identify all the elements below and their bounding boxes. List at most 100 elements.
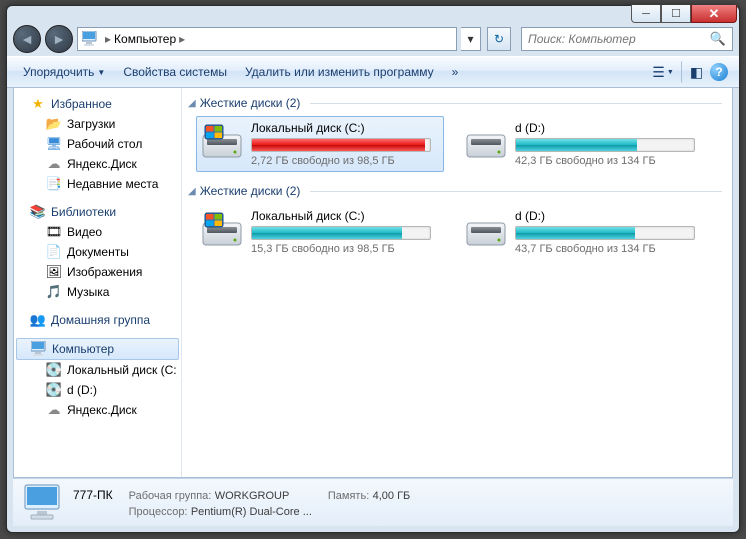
sidebar-item-pictures[interactable]: 🖼 Изображения: [14, 262, 181, 282]
favorites-label: Избранное: [51, 97, 112, 111]
recent-icon: 📑: [46, 176, 62, 192]
sidebar-item-label: Яндекс.Диск: [67, 157, 137, 171]
toolbar: Упорядочить▼ Свойства системы Удалить ил…: [7, 56, 739, 88]
sidebar-item-yandex-disk-drive[interactable]: ☁ Яндекс.Диск: [14, 400, 181, 420]
details-memory-label: Память:: [328, 490, 369, 502]
picture-icon: 🖼: [46, 264, 62, 280]
computer-icon: [31, 341, 47, 357]
details-memory: 4,00 ГБ: [373, 490, 411, 502]
forward-button[interactable]: ►: [45, 25, 73, 53]
favorites-group: ★ Избранное 📂 Загрузки 🖥 Рабочий стол ☁ Янд…: [14, 94, 181, 194]
computer-icon: [82, 31, 98, 47]
sidebar-item-label: Недавние места: [67, 177, 158, 191]
folder-icon: 📂: [46, 116, 62, 132]
sidebar-item-label: Яндекс.Диск: [67, 403, 137, 417]
maximize-button[interactable]: ☐: [661, 5, 691, 23]
capacity-bar: [515, 226, 695, 240]
sidebar-item-label: d (D:): [67, 383, 97, 397]
hard-drive-icon: [465, 209, 507, 249]
details-cpu-label: Процессор:: [129, 506, 188, 518]
sidebar-item-label: Загрузки: [67, 117, 115, 131]
drive-tile[interactable]: Локальный диск (C:) 2,72 ГБ свободно из …: [196, 116, 444, 172]
hard-drive-icon: [201, 209, 243, 249]
sidebar-item-label: Музыка: [67, 285, 109, 299]
drive-tile[interactable]: d (D:) 42,3 ГБ свободно из 134 ГБ: [460, 116, 708, 172]
uninstall-change-program-button[interactable]: Удалить или изменить программу: [237, 61, 442, 83]
organize-button[interactable]: Упорядочить▼: [15, 61, 113, 83]
navigation-pane: ★ Избранное 📂 Загрузки 🖥 Рабочий стол ☁ Янд…: [14, 88, 182, 477]
drive-group-header[interactable]: ◢Жесткие диски (2): [188, 96, 722, 110]
sidebar-item-documents[interactable]: 📄Документы: [14, 242, 181, 262]
favorites-header[interactable]: ★ Избранное: [14, 94, 181, 114]
drive-name: Локальный диск (C:): [251, 121, 439, 135]
hard-drive-icon: [201, 121, 243, 161]
drive-name: d (D:): [515, 121, 703, 135]
search-box[interactable]: 🔍: [521, 27, 733, 51]
details-workgroup-label: Рабочая группа:: [129, 490, 212, 502]
sidebar-item-disk-d[interactable]: 💽d (D:): [14, 380, 181, 400]
minimize-button[interactable]: ─: [631, 5, 661, 23]
drive-free-text: 42,3 ГБ свободно из 134 ГБ: [515, 155, 703, 167]
details-pane: 777-ПК Рабочая группа: WORKGROUP Память:…: [13, 478, 733, 526]
computer-header[interactable]: Компьютер: [16, 338, 179, 360]
drive-tile[interactable]: d (D:) 43,7 ГБ свободно из 134 ГБ: [460, 204, 708, 260]
homegroup-label: Домашняя группа: [51, 313, 150, 327]
address-bar[interactable]: ▸ Компьютер ▸: [77, 27, 457, 51]
cloud-icon: ☁: [46, 402, 62, 418]
drive-group-header[interactable]: ◢ Жесткие диски (2): [188, 184, 722, 198]
details-computer-name: 777-ПК: [73, 488, 113, 502]
drive-free-text: 2,72 ГБ свободно из 98,5 ГБ: [251, 155, 439, 167]
desktop-icon: 🖥: [46, 136, 62, 152]
drive-tile[interactable]: Локальный диск (C:) 15,3 ГБ свободно из …: [196, 204, 444, 260]
homegroup-icon: 👥: [30, 312, 46, 328]
libraries-header[interactable]: 📚 Библиотеки: [14, 202, 181, 222]
drive-name: Локальный диск (C:): [251, 209, 439, 223]
libraries-label: Библиотеки: [51, 205, 116, 219]
group-title: Жесткие диски (2): [200, 184, 301, 198]
video-icon: 🎞: [46, 224, 62, 240]
sidebar-item-recent[interactable]: 📑 Недавние места: [14, 174, 181, 194]
libraries-icon: 📚: [30, 204, 46, 220]
explorer-window: ─ ☐ ✕ ◄ ► ▸ Компьютер ▸ ▾ ↻ 🔍 Упорядочит…: [6, 5, 740, 533]
collapse-icon: ◢: [188, 186, 196, 197]
sidebar-item-downloads[interactable]: 📂 Загрузки: [14, 114, 181, 134]
collapse-icon: ◢: [188, 98, 196, 109]
sidebar-item-label: Изображения: [67, 265, 142, 279]
sidebar-item-local-disk-c[interactable]: 💽Локальный диск (C:): [14, 360, 181, 380]
star-icon: ★: [30, 96, 46, 112]
address-dropdown[interactable]: ▾: [461, 27, 481, 51]
search-input[interactable]: [528, 32, 710, 46]
details-workgroup: WORKGROUP: [215, 490, 290, 502]
drive-name: d (D:): [515, 209, 703, 223]
computer-icon: [23, 483, 63, 523]
sidebar-item-label: Рабочий стол: [67, 137, 142, 151]
content-pane: ◢ Жесткие диски (2) Локальный диск (C:) 2…: [182, 88, 732, 477]
breadcrumb-sep-icon: ▸: [176, 32, 188, 46]
toolbar-overflow[interactable]: »: [444, 61, 467, 83]
titlebar: ─ ☐ ✕: [7, 6, 739, 22]
preview-pane-button[interactable]: ◧: [681, 61, 705, 83]
capacity-bar: [251, 138, 431, 152]
cloud-icon: ☁: [46, 156, 62, 172]
computer-group: Компьютер 💽Локальный диск (C:) 💽d (D:) ☁…: [14, 338, 181, 420]
sidebar-item-music[interactable]: 🎵Музыка: [14, 282, 181, 302]
breadcrumb-root[interactable]: Компьютер: [114, 32, 176, 46]
chevron-down-icon: ▼: [97, 68, 105, 77]
sidebar-item-videos[interactable]: 🎞Видео: [14, 222, 181, 242]
capacity-bar: [515, 138, 695, 152]
nav-row: ◄ ► ▸ Компьютер ▸ ▾ ↻ 🔍: [7, 22, 739, 56]
change-view-button[interactable]: ☰▼: [651, 61, 675, 83]
computer-label: Компьютер: [52, 342, 114, 356]
refresh-button[interactable]: ↻: [487, 27, 511, 51]
back-button[interactable]: ◄: [13, 25, 41, 53]
close-button[interactable]: ✕: [691, 5, 737, 23]
help-button[interactable]: ?: [707, 61, 731, 83]
search-icon[interactable]: 🔍: [710, 31, 726, 47]
drive-free-text: 15,3 ГБ свободно из 98,5 ГБ: [251, 243, 439, 255]
sidebar-item-yandex-disk[interactable]: ☁ Яндекс.Диск: [14, 154, 181, 174]
system-properties-button[interactable]: Свойства системы: [115, 61, 235, 83]
homegroup-group: 👥 Домашняя группа: [14, 310, 181, 330]
libraries-group: 📚 Библиотеки 🎞Видео 📄Документы 🖼 Изображе…: [14, 202, 181, 302]
homegroup-header[interactable]: 👥 Домашняя группа: [14, 310, 181, 330]
sidebar-item-desktop[interactable]: 🖥 Рабочий стол: [14, 134, 181, 154]
